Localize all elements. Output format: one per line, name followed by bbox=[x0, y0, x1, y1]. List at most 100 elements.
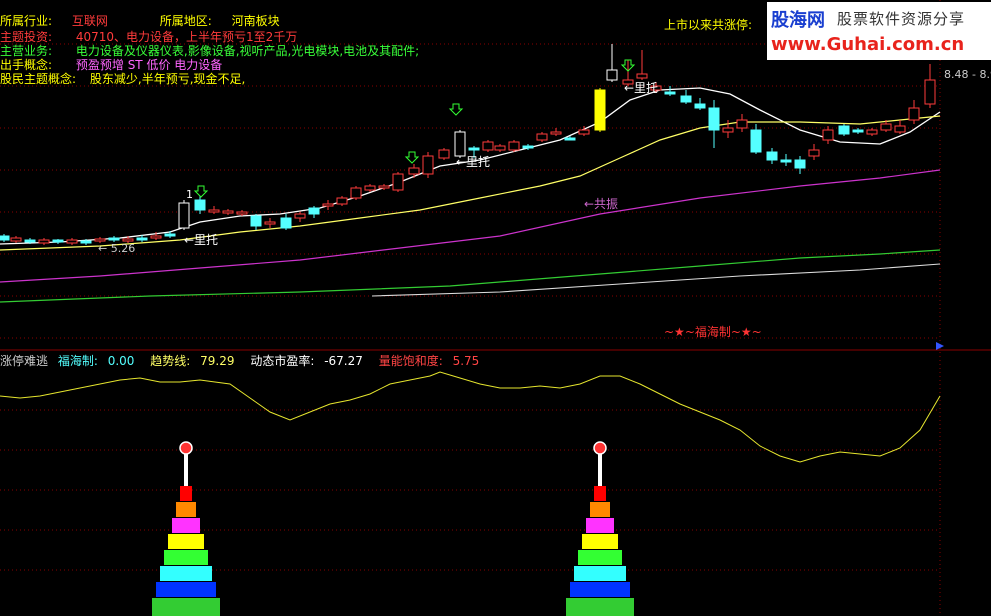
energy-readout: 量能饱和度: 5.75 bbox=[379, 354, 486, 368]
candle-body[interactable] bbox=[606, 69, 618, 81]
tower-ball-icon bbox=[593, 441, 607, 455]
candle-body[interactable] bbox=[482, 141, 494, 151]
candle-body[interactable] bbox=[578, 129, 590, 135]
candle-body[interactable] bbox=[894, 125, 906, 133]
candle-body[interactable] bbox=[10, 237, 22, 242]
signal-arrow-icon bbox=[193, 185, 209, 198]
signal-tower bbox=[152, 441, 220, 616]
candle-body[interactable] bbox=[708, 107, 720, 131]
support-label: ←里托 bbox=[456, 155, 490, 169]
tower-level bbox=[168, 534, 204, 549]
candle-body[interactable] bbox=[766, 151, 778, 161]
candle-body[interactable] bbox=[52, 239, 64, 243]
candle-body[interactable] bbox=[94, 238, 106, 242]
candle-body[interactable] bbox=[550, 131, 562, 135]
candle-body[interactable] bbox=[38, 239, 50, 244]
candle-body[interactable] bbox=[594, 89, 606, 131]
candle-body[interactable] bbox=[494, 145, 506, 151]
candle-body[interactable] bbox=[536, 133, 548, 141]
support-label: ←里托 bbox=[624, 81, 658, 95]
candle-body[interactable] bbox=[208, 209, 220, 213]
tower-level bbox=[594, 486, 606, 501]
candle-body[interactable] bbox=[392, 173, 404, 191]
pe-readout: 动态市盈率: -67.27 bbox=[250, 354, 369, 368]
candle-body[interactable] bbox=[750, 129, 762, 153]
candle-body[interactable] bbox=[422, 155, 434, 175]
candle-body[interactable] bbox=[264, 221, 276, 225]
region-value[interactable]: 河南板块 bbox=[232, 14, 280, 28]
candle-body[interactable] bbox=[924, 79, 936, 105]
industry-value[interactable]: 互联网 bbox=[72, 14, 108, 28]
candle-body[interactable] bbox=[664, 91, 676, 95]
candle-body[interactable] bbox=[280, 217, 292, 229]
business-label: 主营业务: bbox=[0, 44, 53, 58]
signal-number: 1 bbox=[186, 188, 193, 201]
tower-level bbox=[156, 582, 216, 597]
candle-body[interactable] bbox=[250, 215, 262, 227]
price-range-label: 8.48 - 8.98 bbox=[944, 68, 991, 81]
candle-body[interactable] bbox=[808, 149, 820, 157]
trend-readout: 趋势线: 79.29 bbox=[150, 354, 240, 368]
candle-body[interactable] bbox=[736, 119, 748, 129]
candle-body[interactable] bbox=[408, 167, 420, 175]
candle-body[interactable] bbox=[0, 235, 10, 241]
candle-body[interactable] bbox=[780, 159, 792, 163]
candle-body[interactable] bbox=[322, 203, 334, 207]
signal-towers bbox=[152, 441, 634, 616]
fuhai-label: 福海制: bbox=[57, 354, 98, 368]
candle-body[interactable] bbox=[468, 147, 480, 151]
indicator-name[interactable]: 涨停难逃 bbox=[0, 354, 48, 368]
candle-body[interactable] bbox=[136, 237, 148, 241]
candle-body[interactable] bbox=[122, 238, 134, 242]
candle-body[interactable] bbox=[454, 131, 466, 157]
candle-body[interactable] bbox=[150, 235, 162, 239]
people-row: 股民主题概念: 股东减少,半年预亏,现金不足, bbox=[0, 72, 245, 86]
people-label: 股民主题概念: bbox=[0, 72, 77, 86]
candle-body[interactable] bbox=[364, 185, 376, 191]
candle-body[interactable] bbox=[722, 127, 734, 133]
ma10-line bbox=[0, 115, 941, 251]
tower-level bbox=[574, 566, 626, 581]
pe-label: 动态市盈率: bbox=[250, 354, 315, 368]
candle-body[interactable] bbox=[236, 211, 248, 215]
candle-body[interactable] bbox=[822, 129, 834, 141]
signature-label: ~★~福海制~★~ bbox=[664, 324, 762, 339]
candle-body[interactable] bbox=[564, 137, 576, 141]
kline-stage[interactable]: ← 5.26 ←里托 ←里托 ←里托 ←共振 8.48 - 8.98 1 ~★~福海制~★~ bbox=[0, 0, 991, 616]
indicator-header: 涨停难逃 福海制: 0.00 趋势线: 79.29 动态市盈率: -67.27 … bbox=[0, 352, 491, 368]
candle-body[interactable] bbox=[66, 239, 78, 244]
candle-body[interactable] bbox=[108, 237, 120, 241]
candle-body[interactable] bbox=[222, 210, 234, 214]
candle-body[interactable] bbox=[308, 207, 320, 215]
candle-body[interactable] bbox=[336, 197, 348, 205]
candle-body[interactable] bbox=[350, 187, 362, 199]
candle-body[interactable] bbox=[908, 107, 920, 121]
candle-body[interactable] bbox=[508, 141, 520, 151]
candle-body[interactable] bbox=[694, 103, 706, 109]
candle-body[interactable] bbox=[680, 95, 692, 103]
signal-arrow-icon bbox=[448, 103, 464, 116]
candle-body[interactable] bbox=[80, 240, 92, 244]
candle-body[interactable] bbox=[194, 199, 206, 211]
candle-body[interactable] bbox=[852, 129, 864, 133]
region-label: 所属地区: bbox=[159, 14, 212, 28]
candle-body[interactable] bbox=[522, 145, 534, 149]
energy-value: 5.75 bbox=[452, 354, 480, 368]
candle-body[interactable] bbox=[866, 129, 878, 135]
candle-body[interactable] bbox=[24, 239, 36, 243]
candle-body[interactable] bbox=[636, 73, 648, 79]
tower-level bbox=[586, 518, 614, 533]
candle-body[interactable] bbox=[378, 185, 390, 189]
chart-annotations: ← 5.26 ←里托 ←里托 ←里托 ←共振 8.48 - 8.98 1 ~★~福海制~★~ bbox=[98, 59, 991, 339]
fuhai-value: 0.00 bbox=[107, 354, 135, 368]
candle-body[interactable] bbox=[838, 125, 850, 135]
candle-body[interactable] bbox=[294, 213, 306, 219]
candle-body[interactable] bbox=[880, 123, 892, 131]
ma60-line bbox=[0, 249, 941, 303]
candle-body[interactable] bbox=[178, 202, 190, 229]
candle-body[interactable] bbox=[794, 159, 806, 169]
business-value: 电力设备及仪器仪表,影像设备,视听产品,光电模块,电池及其配件; bbox=[75, 44, 420, 58]
industry-row: 所属行业: 互联网 所属地区: 河南板块 bbox=[0, 14, 280, 28]
candle-body[interactable] bbox=[164, 233, 176, 237]
candle-body[interactable] bbox=[438, 149, 450, 159]
